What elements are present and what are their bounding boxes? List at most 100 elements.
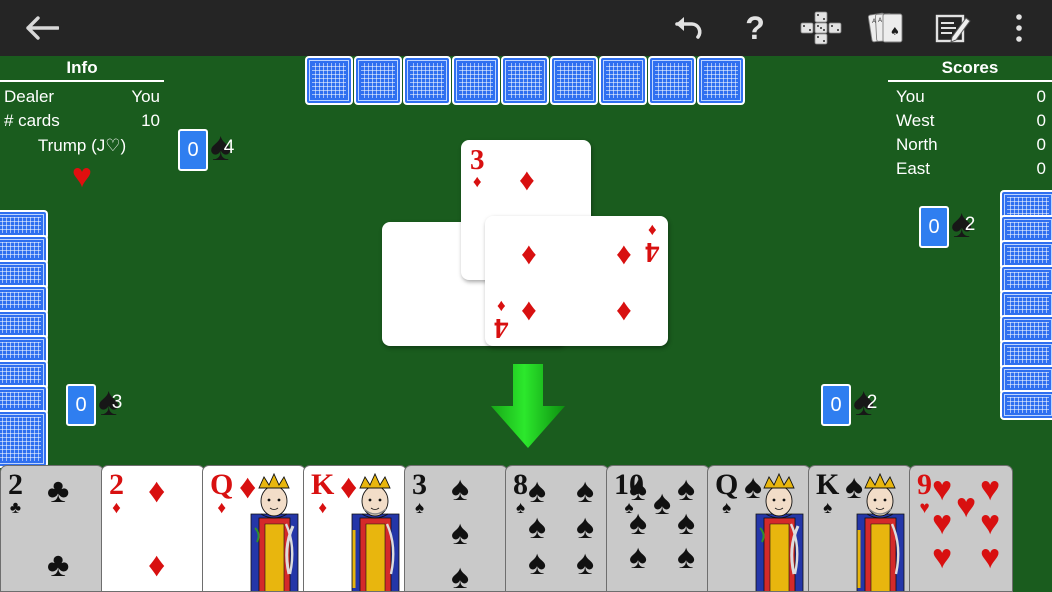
card-layout-icon	[800, 11, 842, 45]
hand-card-8-spades[interactable]: 8 ♠ ♠ ♠ ♠ ♠ ♠ ♠	[505, 465, 609, 592]
hand-card-suit: ♠	[722, 498, 732, 517]
hand-card-rank: 8	[513, 468, 528, 501]
north-card-back	[501, 56, 549, 105]
four-diamonds-rank-bl: 4	[494, 312, 509, 344]
hand-card-suit-pip: ♠	[629, 504, 648, 542]
info-value-numcards: 10	[141, 111, 160, 130]
diamond-pip: ♦	[616, 292, 632, 327]
hand-card-rank: 2	[109, 468, 124, 501]
hand-card-2-clubs[interactable]: 2 ♣ ♣ ♣	[0, 465, 104, 592]
score-label-you: You	[896, 87, 925, 106]
hand-card-suit-pip: ♠	[576, 472, 595, 510]
hand-card-suit-pip: ♦	[340, 468, 358, 506]
north-card-back	[305, 56, 353, 105]
diamond-pip: ♦	[521, 292, 537, 327]
card-back-pattern	[699, 58, 743, 103]
east-tricks-value: 2	[964, 214, 976, 235]
score-value-north: 0	[1036, 135, 1046, 154]
hand-card-q-spades[interactable]: Q ♠ ♠	[707, 465, 811, 592]
hand-card-9-hearts[interactable]: 9 ♥ ♥ ♥ ♥ ♥ ♥ ♥ ♥	[909, 465, 1013, 592]
hand-card-suit-pip: ♠	[451, 470, 470, 508]
back-button[interactable]	[0, 0, 84, 56]
hand-card-10-spades[interactable]: 10 ♠ ♠ ♠ ♠ ♠ ♠ ♠ ♠	[606, 465, 710, 592]
south-status-badge: 0 ♠ 2	[821, 380, 891, 427]
north-card-back	[550, 56, 598, 105]
score-label-east: East	[896, 159, 931, 178]
hand-card-2-diamonds[interactable]: 2 ♦ ♦ ♦	[101, 465, 205, 592]
hand-card-corner: 2 ♣	[8, 468, 23, 517]
hand-card-rank: 9	[917, 468, 932, 501]
info-row-numcards: # cards 10	[0, 109, 164, 133]
card-fan-icon: ♠ AA	[867, 11, 907, 45]
score-row-you: You 0	[888, 85, 1052, 109]
card-back-pattern	[552, 58, 596, 103]
hand-card-3-spades[interactable]: 3 ♠ ♠ ♠ ♠	[404, 465, 508, 592]
hand-card-suit-pip: ♦	[239, 468, 257, 506]
hand-card-rank: 2	[8, 468, 23, 501]
hand-card-suit-pip: ♥	[956, 487, 977, 525]
info-panel: Info Dealer You # cards 10 Trump (J♡) ♥	[0, 58, 164, 195]
hand-card-suit-pip: ♥	[932, 538, 953, 576]
hand-card-suit-pip: ♥	[980, 470, 1001, 508]
hand-card-suit: ♠	[823, 498, 833, 517]
diamond-pip: ♦	[521, 236, 537, 271]
top-toolbar: ? ♠ A A	[0, 0, 1052, 56]
hand-card-rank: 3	[412, 468, 427, 501]
four-diamonds-suit-tr: ♦	[647, 221, 657, 240]
score-row-north: North 0	[888, 133, 1052, 157]
card-back-pattern	[0, 412, 46, 466]
hand-card-corner: 2 ♦	[109, 468, 124, 517]
info-row-dealer: Dealer You	[0, 85, 164, 109]
trump-suit-icon: ♥	[71, 157, 93, 195]
hand-card-suit-pip: ♠	[451, 558, 470, 592]
hand-card-suit-pip: ♠	[677, 470, 696, 508]
layout-button[interactable]	[788, 0, 854, 56]
overflow-button[interactable]	[986, 0, 1052, 56]
hand-card-rank: Q	[715, 468, 739, 501]
info-label-dealer: Dealer	[4, 87, 55, 106]
card-back-pattern	[405, 58, 449, 103]
north-card-back	[452, 56, 500, 105]
east-bid-value: 0	[919, 206, 949, 248]
info-value-dealer: You	[131, 87, 160, 106]
south-tricks: ♠ 2	[853, 380, 891, 427]
question-mark-icon: ?	[745, 10, 765, 46]
scores-panel: Scores You 0 West 0 North 0 East 0	[888, 58, 1052, 181]
card-back-pattern	[650, 58, 694, 103]
hand-card-suit: ♦	[112, 498, 121, 517]
hand-card-suit-pip: ♥	[980, 504, 1001, 542]
hand-card-corner: K ♦	[311, 470, 334, 517]
north-card-back	[697, 56, 745, 105]
west-tricks: ♠ 3	[98, 380, 136, 427]
cards-button[interactable]: ♠ AA	[854, 0, 920, 56]
north-bid-value: 0	[178, 129, 208, 171]
hand-card-suit-pip: ♠	[576, 508, 595, 546]
hand-card-suit-pip: ♠	[528, 508, 547, 546]
hand-card-corner: 8 ♠	[513, 468, 528, 517]
back-arrow-icon	[25, 15, 59, 41]
three-dot-menu-icon	[1014, 12, 1024, 44]
hand-card-suit-pip: ♠	[629, 538, 648, 576]
help-button[interactable]: ?	[722, 0, 788, 56]
hand-card-suit-pip: ♦	[148, 472, 166, 510]
undo-button[interactable]	[656, 0, 722, 56]
hand-card-suit-pip: ♦	[148, 546, 166, 584]
hand-card-suit-pip: ♥	[980, 538, 1001, 576]
hand-card-q-diamonds[interactable]: Q ♦ ♦	[202, 465, 306, 592]
north-card-back	[403, 56, 451, 105]
card-back-pattern	[307, 58, 351, 103]
hand-card-corner: 9 ♥	[917, 468, 932, 517]
north-card-back	[354, 56, 402, 105]
score-label-west: West	[896, 111, 935, 130]
scorepad-button[interactable]	[920, 0, 986, 56]
hand-card-suit: ♦	[318, 498, 328, 517]
hand-card-suit: ♣	[9, 498, 22, 517]
four-diamonds-rank-tr: 4	[644, 236, 660, 268]
hand-card-k-spades[interactable]: K ♠ ♠	[808, 465, 912, 592]
hand-card-corner: 3 ♠	[412, 468, 427, 517]
hand-card-k-diamonds[interactable]: K ♦ ♦	[303, 465, 407, 592]
hand-card-suit-pip: ♠	[744, 468, 763, 506]
hand-card-suit-pip: ♣	[47, 546, 70, 584]
east-tricks: ♠ 2	[951, 202, 989, 249]
hand-card-suit-pip: ♠	[677, 538, 696, 576]
